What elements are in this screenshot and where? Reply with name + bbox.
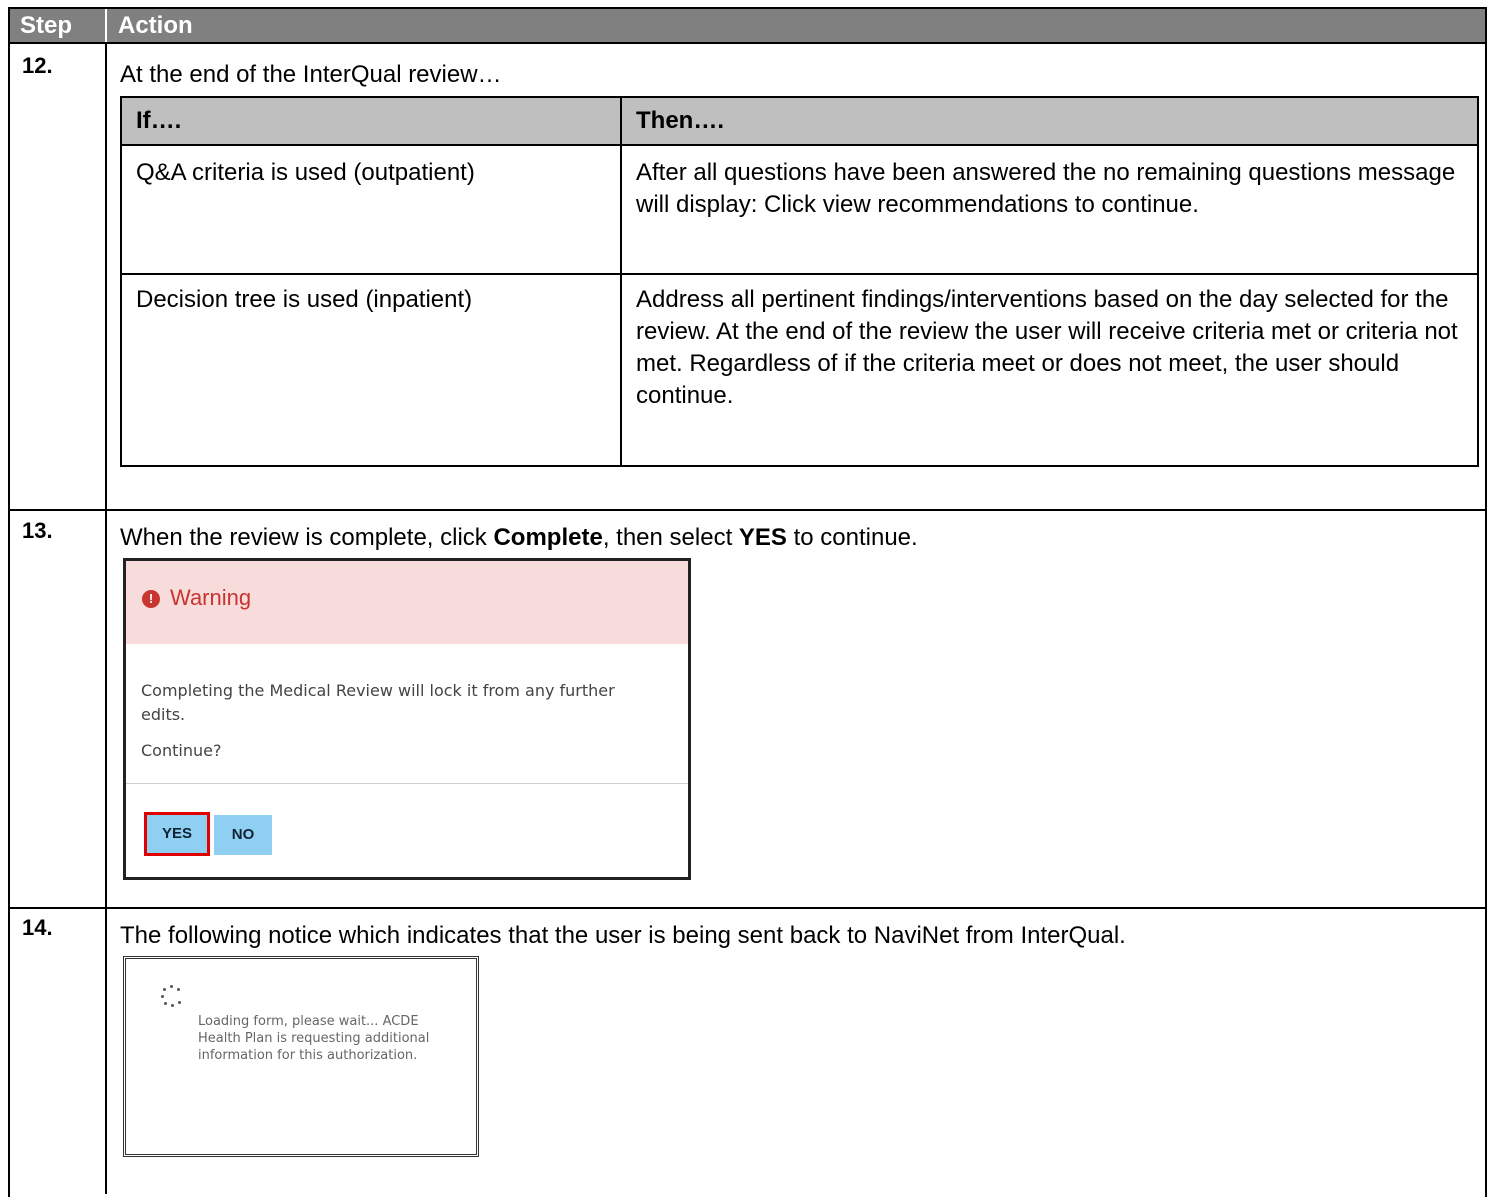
- step-text-part: , then select: [602, 524, 739, 551]
- if-then-row-divider: [122, 273, 1477, 275]
- no-button[interactable]: NO: [214, 815, 272, 855]
- dialog-title: Warning: [170, 585, 252, 610]
- column-divider: [105, 44, 107, 1194]
- procedure-table: Step Action 12. At the end of the InterQ…: [8, 7, 1487, 1197]
- header-step: Step: [20, 12, 73, 39]
- complete-keyword: Complete: [493, 524, 603, 551]
- step-text: When the review is complete, click Compl…: [120, 524, 918, 552]
- header-then: Then….: [636, 107, 724, 134]
- step-text: At the end of the InterQual review…: [120, 61, 502, 88]
- then-cell: After all questions have been answered t…: [636, 159, 1456, 218]
- row-divider: [10, 509, 1485, 511]
- step-text-part: When the review is complete, click: [120, 524, 494, 551]
- header-separator: [105, 9, 107, 42]
- step-number: 14.: [22, 915, 53, 940]
- yes-button[interactable]: YES: [144, 812, 210, 856]
- table-header: Step Action: [10, 9, 1485, 44]
- if-cell: Decision tree is used (inpatient): [136, 286, 473, 313]
- dialog-header: ! Warning: [126, 561, 688, 644]
- loading-notice: Loading form, please wait... ACDE Health…: [123, 956, 479, 1157]
- step-text-part: to continue.: [786, 524, 918, 551]
- if-cell: Q&A criteria is used (outpatient): [136, 159, 475, 186]
- if-then-column-divider: [620, 98, 622, 465]
- step-number: 13.: [22, 518, 53, 543]
- notice-message: Loading form, please wait... ACDE Health…: [198, 1014, 430, 1063]
- if-then-table: If…. Then…. Q&A criteria is used (outpat…: [120, 96, 1479, 467]
- step-text: The following notice which indicates tha…: [120, 922, 1126, 949]
- exclamation-circle-icon: !: [142, 590, 160, 608]
- header-if: If….: [136, 107, 182, 134]
- yes-keyword: YES: [738, 524, 787, 551]
- dialog-prompt: Continue?: [141, 741, 222, 760]
- dialog-message: Completing the Medical Review will lock …: [141, 681, 615, 724]
- step-number: 12.: [22, 53, 53, 78]
- header-action: Action: [118, 12, 193, 39]
- warning-dialog: ! Warning Completing the Medical Review …: [123, 558, 691, 880]
- then-cell: Address all pertinent findings/intervent…: [636, 286, 1458, 409]
- row-divider: [10, 907, 1485, 909]
- if-then-header: If…. Then….: [122, 98, 1477, 146]
- dialog-divider: [126, 783, 688, 784]
- spinner-icon: [161, 985, 183, 1007]
